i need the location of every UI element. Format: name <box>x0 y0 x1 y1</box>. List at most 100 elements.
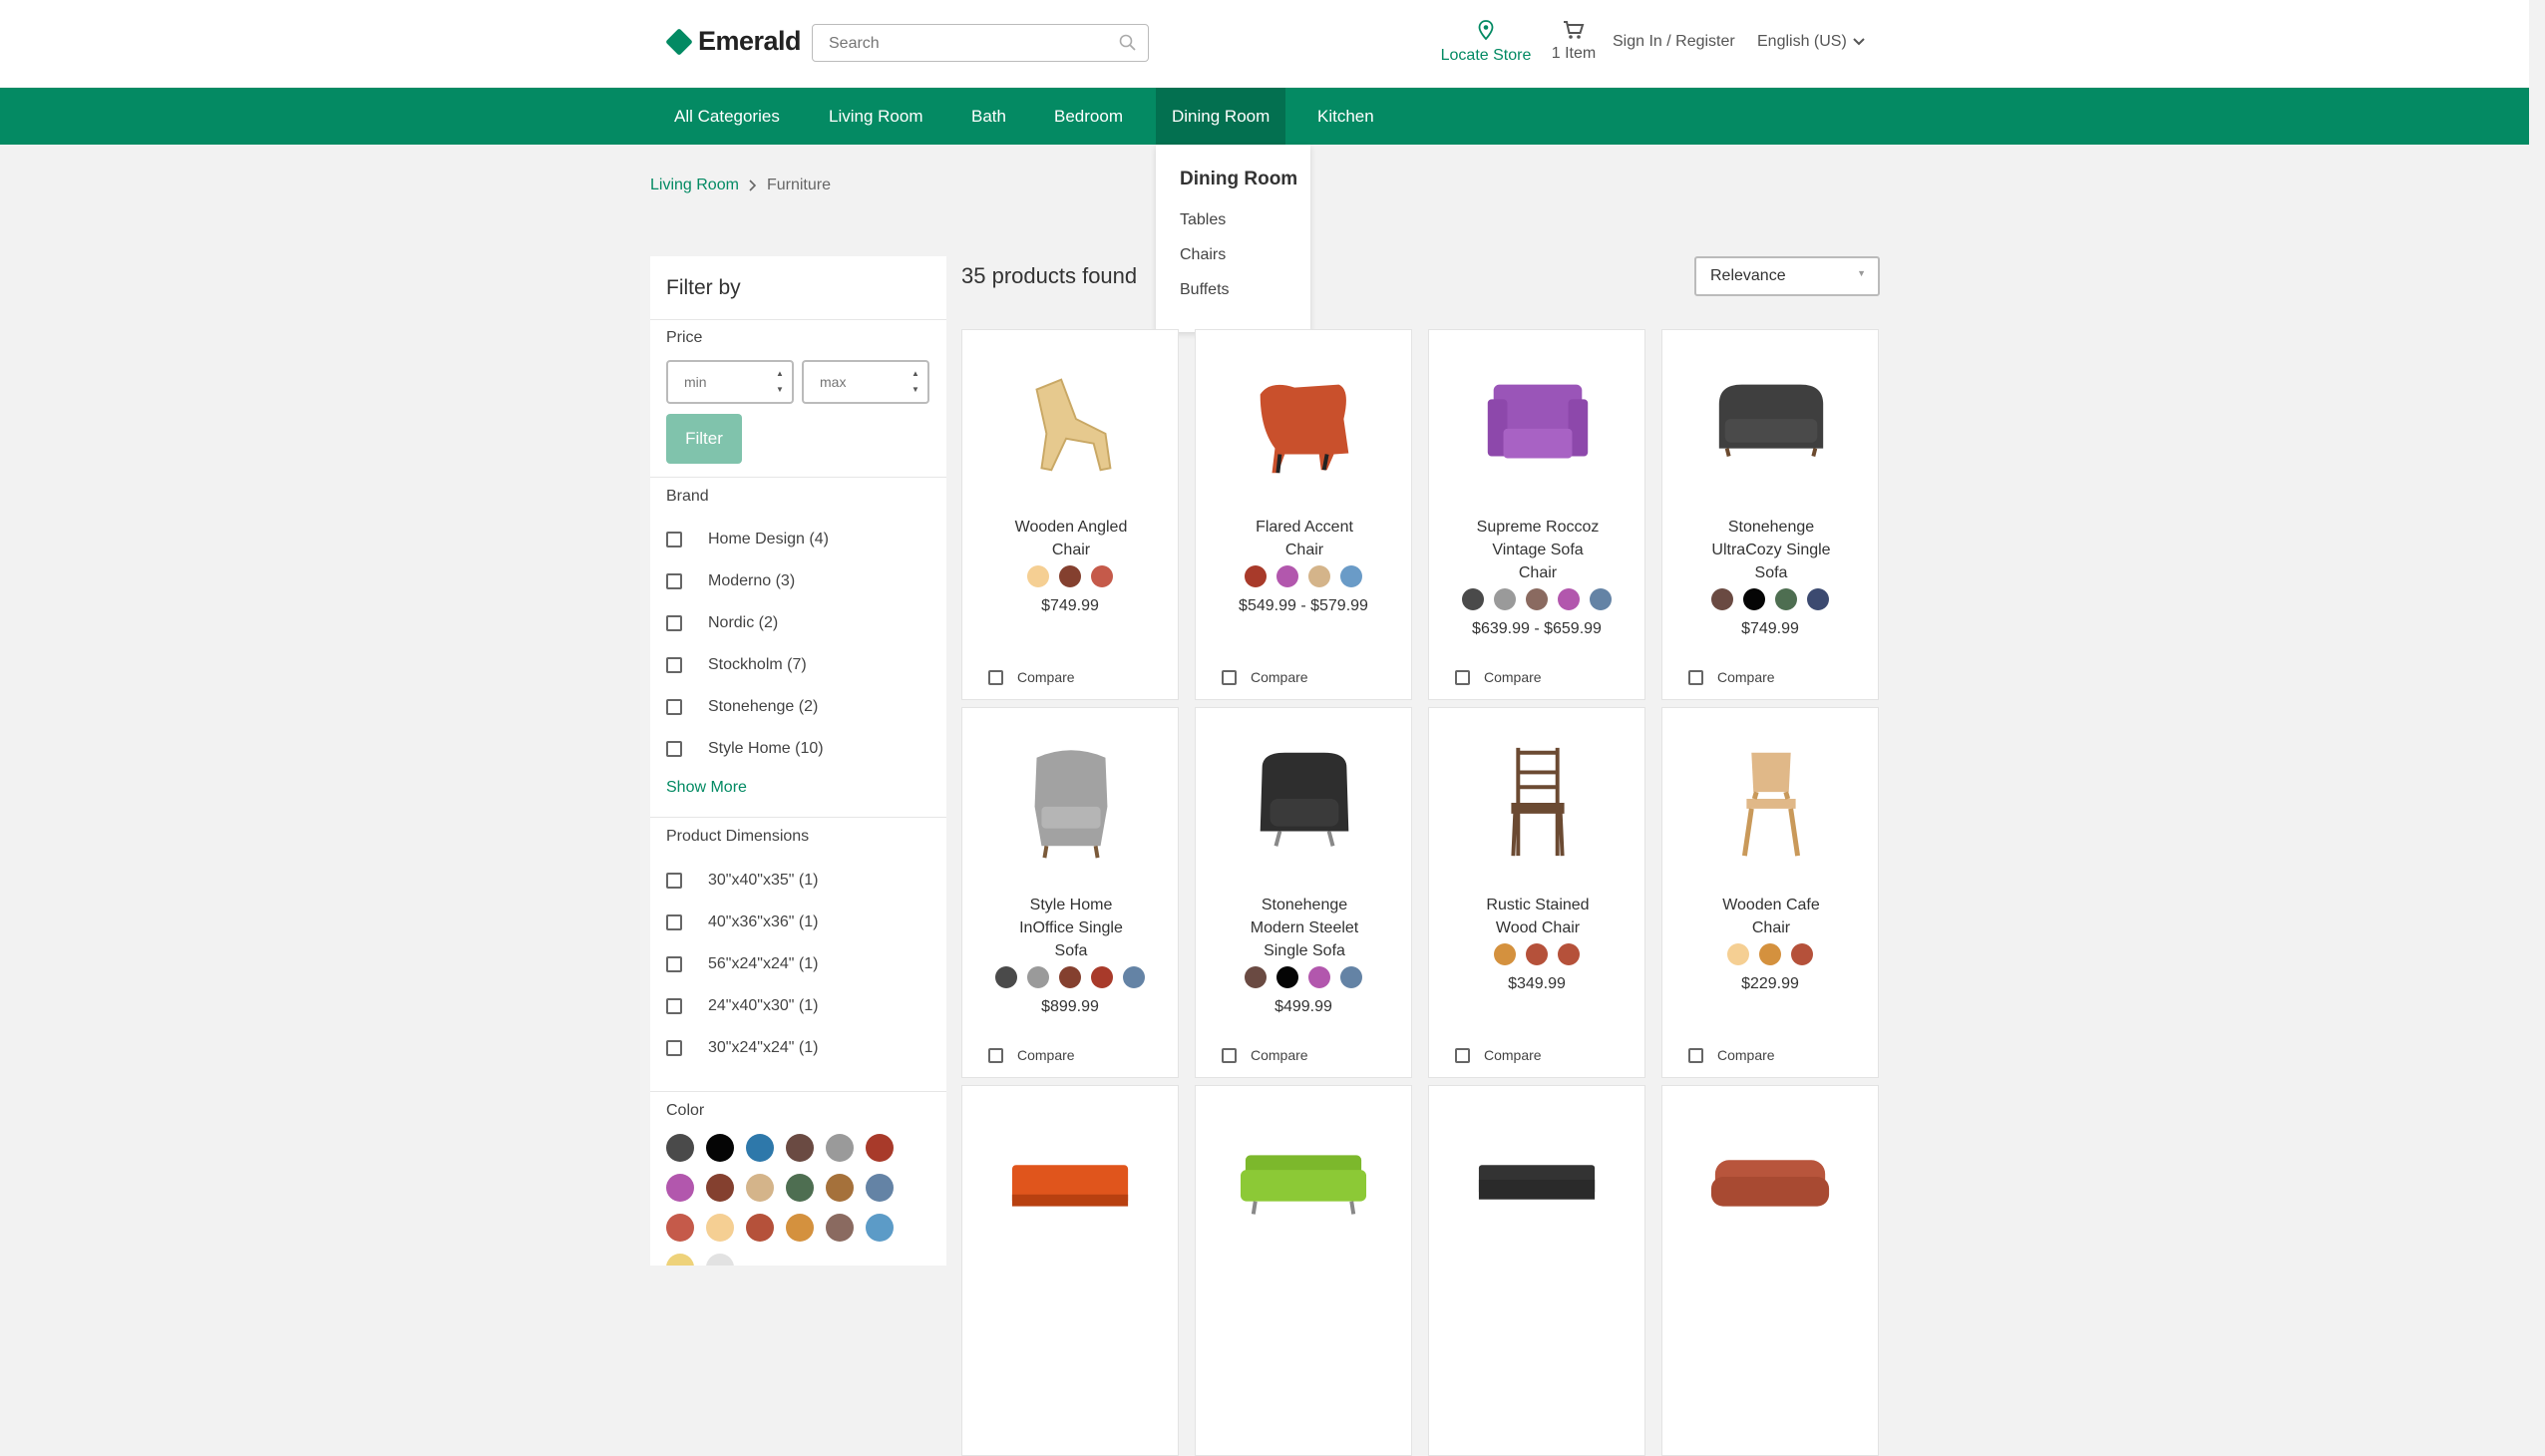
brand-option[interactable]: Stonehenge (2) <box>666 698 818 716</box>
compare-toggle[interactable]: Compare <box>1455 1047 1542 1063</box>
dropdown-item-tables[interactable]: Tables <box>1180 211 1226 229</box>
color-option[interactable] <box>1276 966 1298 988</box>
brand-option[interactable]: Home Design (4) <box>666 531 829 548</box>
nav-item-living-room[interactable]: Living Room <box>813 88 939 145</box>
wingback-chair-image[interactable] <box>1007 738 1135 866</box>
color-swatch[interactable] <box>826 1214 854 1242</box>
color-swatch[interactable] <box>746 1214 774 1242</box>
color-swatch[interactable] <box>706 1254 734 1266</box>
armchair-image[interactable] <box>1241 738 1368 866</box>
product-name[interactable]: Rustic Stained Wood Chair <box>1473 894 1603 939</box>
color-option[interactable] <box>1308 565 1330 587</box>
price-max-input[interactable] <box>818 373 902 391</box>
orange-sofa-image[interactable] <box>1007 1116 1135 1244</box>
checkbox[interactable] <box>666 532 682 547</box>
price-min-field[interactable]: ▲▼ <box>666 360 794 404</box>
checkbox[interactable] <box>666 1040 682 1056</box>
nav-item-bath[interactable]: Bath <box>955 88 1022 145</box>
product-card[interactable] <box>1428 1085 1645 1456</box>
nav-item-bedroom[interactable]: Bedroom <box>1038 88 1139 145</box>
nav-item-all-categories[interactable]: All Categories <box>658 88 796 145</box>
dropdown-title[interactable]: Dining Room <box>1180 169 1297 190</box>
product-card[interactable]: Style Home InOffice Single Sofa $899.99 Co… <box>961 707 1179 1078</box>
color-option[interactable] <box>1276 565 1298 587</box>
brand-option[interactable]: Style Home (10) <box>666 740 824 758</box>
color-option[interactable] <box>1027 966 1049 988</box>
color-option[interactable] <box>1775 588 1797 610</box>
compare-checkbox[interactable] <box>1222 669 1237 685</box>
product-card[interactable]: Wooden Angled Chair $749.99 Compare <box>961 329 1179 700</box>
color-swatch[interactable] <box>866 1214 894 1242</box>
color-option[interactable] <box>1245 565 1267 587</box>
search-input[interactable] <box>827 34 1110 54</box>
product-name[interactable]: Flared Accent Chair <box>1240 516 1369 561</box>
dimension-option[interactable]: 56"x24"x24" (1) <box>666 955 818 973</box>
color-swatch[interactable] <box>706 1134 734 1162</box>
color-option[interactable] <box>1494 943 1516 965</box>
spinner-icon[interactable]: ▲ ▼ <box>774 366 786 398</box>
dimension-option[interactable]: 40"x36"x36" (1) <box>666 913 818 931</box>
compare-toggle[interactable]: Compare <box>1455 669 1542 685</box>
product-card[interactable]: Stonehenge Modern Steelet Single Sofa $49… <box>1195 707 1412 1078</box>
dimension-option[interactable]: 30"x24"x24" (1) <box>666 1039 818 1057</box>
product-name[interactable]: Supreme Roccoz Vintage Sofa Chair <box>1473 516 1603 584</box>
compare-checkbox[interactable] <box>1455 1047 1470 1063</box>
language-selector[interactable]: English (US) <box>1757 33 1865 51</box>
price-max-field[interactable]: ▲▼ <box>802 360 929 404</box>
dropdown-item-chairs[interactable]: Chairs <box>1180 246 1226 264</box>
product-name[interactable]: Wooden Angled Chair <box>1006 516 1136 561</box>
color-option[interactable] <box>1494 588 1516 610</box>
color-option[interactable] <box>1807 588 1829 610</box>
brand-option[interactable]: Stockholm (7) <box>666 656 807 674</box>
product-card[interactable] <box>961 1085 1179 1456</box>
sofa-chair-image[interactable] <box>1474 360 1602 488</box>
checkbox[interactable] <box>666 998 682 1014</box>
product-card[interactable]: Flared Accent Chair $549.99 - $579.99 Comp… <box>1195 329 1412 700</box>
product-card[interactable]: Supreme Roccoz Vintage Sofa Chair $639.99… <box>1428 329 1645 700</box>
search-box[interactable] <box>812 24 1149 62</box>
color-option[interactable] <box>1526 588 1548 610</box>
tufted-sofa-image[interactable] <box>1707 360 1835 488</box>
checkbox[interactable] <box>666 873 682 889</box>
compare-toggle[interactable]: Compare <box>1688 669 1775 685</box>
color-option[interactable] <box>1727 943 1749 965</box>
color-option[interactable] <box>1791 943 1813 965</box>
color-option[interactable] <box>1123 966 1145 988</box>
compare-checkbox[interactable] <box>1688 669 1703 685</box>
breadcrumb-link-living-room[interactable]: Living Room <box>650 177 739 194</box>
black-sofa-image[interactable] <box>1474 1116 1602 1244</box>
compare-checkbox[interactable] <box>1455 669 1470 685</box>
locate-store-link[interactable]: Locate Store <box>1436 20 1536 65</box>
color-option[interactable] <box>1091 565 1113 587</box>
color-option[interactable] <box>1462 588 1484 610</box>
color-swatch[interactable] <box>746 1134 774 1162</box>
color-swatch[interactable] <box>866 1134 894 1162</box>
dropdown-item-buffets[interactable]: Buffets <box>1180 281 1230 299</box>
compare-toggle[interactable]: Compare <box>988 1047 1075 1063</box>
color-option[interactable] <box>1711 588 1733 610</box>
color-option[interactable] <box>1526 943 1548 965</box>
compare-toggle[interactable]: Compare <box>1222 669 1308 685</box>
product-name[interactable]: Wooden Cafe Chair <box>1706 894 1836 939</box>
color-option[interactable] <box>1059 565 1081 587</box>
checkbox[interactable] <box>666 573 682 589</box>
price-min-input[interactable] <box>682 373 766 391</box>
color-option[interactable] <box>1558 943 1580 965</box>
checkbox[interactable] <box>666 699 682 715</box>
product-card[interactable] <box>1661 1085 1879 1456</box>
compare-checkbox[interactable] <box>1222 1047 1237 1063</box>
color-swatch[interactable] <box>826 1174 854 1202</box>
price-filter-button[interactable]: Filter <box>666 414 742 464</box>
color-option[interactable] <box>1558 588 1580 610</box>
cart-link[interactable]: 1 Item <box>1546 20 1602 63</box>
compare-toggle[interactable]: Compare <box>1688 1047 1775 1063</box>
color-option[interactable] <box>995 966 1017 988</box>
color-option[interactable] <box>1743 588 1765 610</box>
lounge-chair-image[interactable] <box>1007 360 1135 488</box>
color-swatch[interactable] <box>786 1214 814 1242</box>
spinner-icon[interactable]: ▲ ▼ <box>909 366 921 398</box>
checkbox[interactable] <box>666 741 682 757</box>
product-name[interactable]: Stonehenge Modern Steelet Single Sofa <box>1240 894 1369 962</box>
cafe-chair-image[interactable] <box>1707 738 1835 866</box>
brand-option[interactable]: Moderno (3) <box>666 572 795 590</box>
